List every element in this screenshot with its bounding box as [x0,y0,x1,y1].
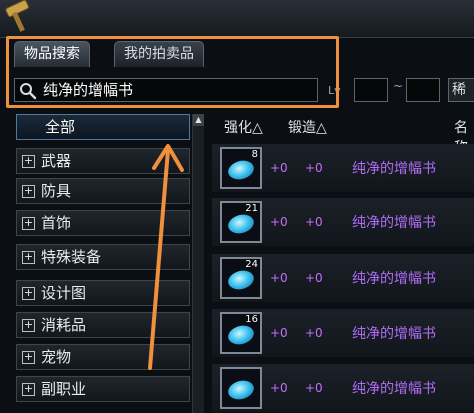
category-label: 特殊装备 [41,248,102,266]
result-row[interactable]: 8 +0 +0 纯净的增幅书 [212,144,474,192]
expand-icon[interactable]: + [22,185,35,198]
level-range-separator: ~ [393,79,404,93]
result-row[interactable]: 16 +0 +0 纯净的增幅书 [212,309,474,357]
scroll-up-icon[interactable]: ▲ [193,114,204,126]
gem-icon [226,322,256,348]
forge-value: +0 [305,381,323,395]
item-name: 纯净的增幅书 [352,161,436,177]
gem-icon [226,267,256,293]
category-scrollbar[interactable]: ▲ [192,114,204,413]
result-row[interactable]: 21 +0 +0 纯净的增幅书 [212,198,474,246]
expand-icon[interactable]: + [22,319,35,332]
item-count: 16 [245,314,258,325]
result-list-header: 强化△ 锻造△ 名称 [206,118,474,156]
category-item-armor[interactable]: + 防具 [16,178,190,204]
item-name: 纯净的增幅书 [352,326,436,342]
auction-window: 物品搜索 我的拍卖品 纯净的增幅书 Lv ~ 稀有 全部 + 武器 + 防具 [0,0,474,413]
strength-value: +0 [270,271,288,285]
forge-value: +0 [305,326,323,340]
category-label: 设计图 [41,284,87,302]
category-label: 防具 [41,182,72,200]
category-item-blueprints[interactable]: + 设计图 [16,280,190,306]
expand-icon[interactable]: + [22,383,35,396]
category-item-sub-profession[interactable]: + 副职业 [16,376,190,402]
item-icon[interactable]: 8 [220,147,262,189]
category-label: 宠物 [41,348,72,366]
category-label: 武器 [41,152,72,170]
strength-value: +0 [270,381,288,395]
gavel-icon [5,0,29,32]
result-list: 8 +0 +0 纯净的增幅书 21 +0 +0 纯净的增幅书 24 +0 +0 … [212,144,474,413]
category-label: 全部 [45,118,76,136]
expand-icon[interactable]: + [22,351,35,364]
forge-value: +0 [305,161,323,175]
level-max-input[interactable] [406,78,440,102]
item-name: 纯净的增幅书 [352,271,436,287]
gem-icon [226,157,256,183]
item-icon[interactable]: 21 [220,201,262,243]
expand-icon[interactable]: + [22,251,35,264]
category-label: 消耗品 [41,316,87,334]
item-icon[interactable]: 24 [220,257,262,299]
item-icon[interactable] [220,367,262,409]
item-name: 纯净的增幅书 [352,215,436,231]
category-item-pets[interactable]: + 宠物 [16,344,190,370]
category-item-jewelry[interactable]: + 首饰 [16,210,190,236]
item-count: 24 [245,259,258,270]
strength-value: +0 [270,326,288,340]
strength-value: +0 [270,161,288,175]
category-item-consumables[interactable]: + 消耗品 [16,312,190,338]
sort-by-forge-header[interactable]: 锻造△ [288,118,327,138]
level-min-input[interactable] [354,78,388,102]
forge-value: +0 [305,271,323,285]
gem-icon [226,377,256,403]
category-list: 全部 + 武器 + 防具 + 首饰 + 特殊装备 + 设计图 + 消耗品 + 宠… [16,114,190,413]
expand-icon[interactable]: + [22,155,35,168]
category-item-special-equipment[interactable]: + 特殊装备 [16,244,190,270]
title-bar [0,0,474,38]
item-name: 纯净的增幅书 [352,381,436,397]
expand-icon[interactable]: + [22,217,35,230]
forge-value: +0 [305,215,323,229]
rarity-select[interactable]: 稀有 [448,78,474,102]
item-count: 8 [251,149,258,160]
category-item-weapons[interactable]: + 武器 [16,148,190,174]
result-row[interactable]: +0 +0 纯净的增幅书 [212,364,474,412]
category-label: 副职业 [41,380,87,398]
search-highlight-box [6,36,339,108]
gem-icon [226,211,256,237]
strength-value: +0 [270,215,288,229]
expand-icon[interactable]: + [22,287,35,300]
item-count: 21 [245,203,258,214]
category-item-all[interactable]: 全部 [16,114,190,140]
result-row[interactable]: 24 +0 +0 纯净的增幅书 [212,254,474,302]
item-icon[interactable]: 16 [220,312,262,354]
category-label: 首饰 [41,214,72,232]
sort-by-strength-header[interactable]: 强化△ [224,118,263,138]
